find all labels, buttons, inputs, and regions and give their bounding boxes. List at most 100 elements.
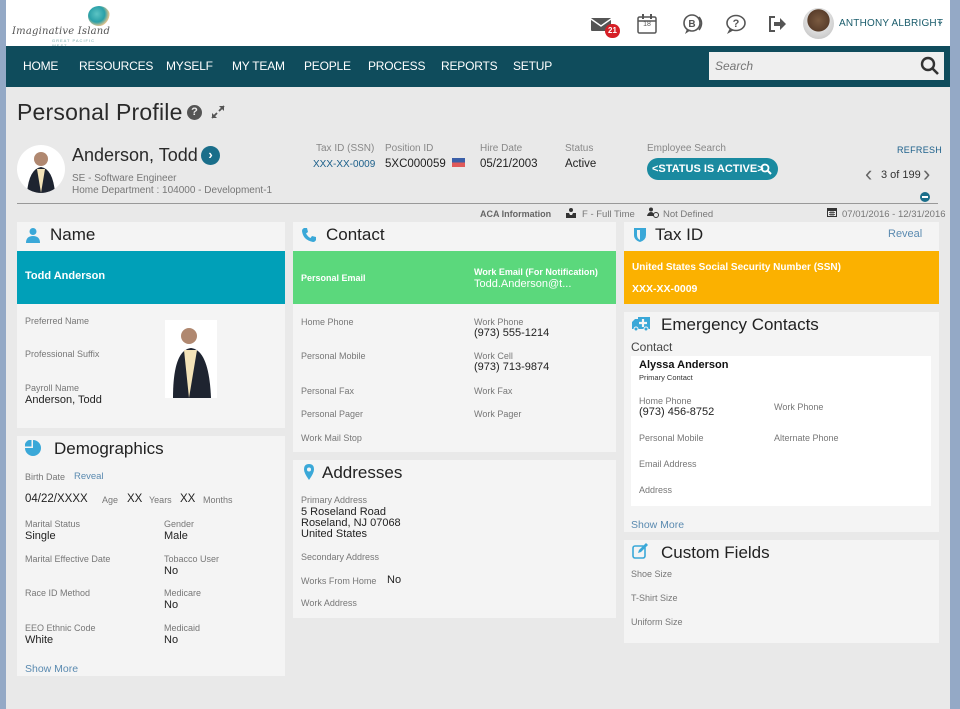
- chevron-right-icon[interactable]: ›: [923, 163, 930, 185]
- age-months: XX: [180, 493, 196, 505]
- record-counter: 3 of 199: [881, 169, 921, 181]
- chevron-down-icon[interactable]: ⌄: [936, 16, 944, 27]
- user-icon: [26, 228, 40, 243]
- calendar-icon: [827, 208, 837, 217]
- work-address-label: Work Address: [301, 598, 357, 608]
- search-icon[interactable]: [920, 56, 940, 76]
- alternate-phone-label: Alternate Phone: [774, 433, 839, 443]
- tshirt-size-label: T-Shirt Size: [631, 593, 678, 603]
- employee-search-filter[interactable]: <STATUS IS ACTIVE>: [647, 158, 778, 180]
- tax-id-label: Tax ID (SSN): [316, 143, 375, 154]
- card-title: Emergency Contacts: [661, 315, 819, 334]
- svg-text:?: ?: [733, 18, 740, 30]
- nav-process[interactable]: PROCESS: [368, 59, 425, 73]
- main-nav: HOME RESOURCES MYSELF MY TEAM PEOPLE PRO…: [6, 46, 950, 87]
- shield-icon: [634, 228, 646, 242]
- expand-icon[interactable]: [210, 104, 226, 120]
- ambulance-icon: [632, 317, 650, 332]
- gender-value: Male: [164, 530, 188, 542]
- aca-period: 07/01/2016 - 12/31/2016: [842, 209, 946, 220]
- work-fax-label: Work Fax: [474, 386, 513, 396]
- svg-text:B: B: [688, 19, 695, 30]
- nav-my-team[interactable]: MY TEAM: [232, 59, 285, 73]
- works-from-home-label: Works From Home: [301, 576, 377, 586]
- emergency-contacts-card: Emergency Contacts Contact Alyssa Anders…: [624, 312, 939, 532]
- divider: [17, 203, 938, 204]
- work-phone-label: Work Phone: [474, 317, 524, 327]
- nav-resources[interactable]: RESOURCES: [79, 59, 153, 73]
- works-from-home-value: No: [387, 574, 402, 586]
- nav-myself[interactable]: MYSELF: [166, 59, 213, 73]
- user-avatar[interactable]: [803, 8, 834, 39]
- mail-count-badge: 21: [605, 24, 620, 38]
- status-value: Active: [565, 158, 597, 170]
- search-box: [709, 52, 944, 80]
- personal-mobile-label: Personal Mobile: [639, 433, 704, 443]
- search-input[interactable]: [709, 52, 914, 80]
- chevron-left-icon[interactable]: ‹: [865, 163, 872, 185]
- tobacco-user-label: Tobacco User: [164, 554, 220, 564]
- race-id-method-label: Race ID Method: [25, 588, 91, 598]
- age-years: XX: [127, 493, 143, 505]
- personal-fax-label: Personal Fax: [301, 386, 355, 396]
- tax-id-value[interactable]: XXX-XX-0009: [313, 159, 375, 170]
- user-name[interactable]: ANTHONY ALBRIGHT: [839, 18, 943, 29]
- payroll-name-label: Payroll Name: [25, 383, 80, 393]
- collapse-icon[interactable]: [920, 192, 930, 202]
- custom-fields-card: Custom Fields Shoe Size T-Shirt Size Uni…: [624, 540, 939, 643]
- position-id-value: 5XC000059: [385, 158, 446, 170]
- filter-text: <STATUS IS ACTIVE>: [652, 163, 764, 175]
- us-flag-icon: [452, 158, 465, 167]
- help-chat-icon[interactable]: ?: [724, 13, 746, 35]
- employee-search-label: Employee Search: [647, 143, 726, 154]
- refresh-link[interactable]: REFRESH: [897, 145, 942, 155]
- contact-card: Contact Personal Email Work Email (For N…: [293, 222, 616, 452]
- nav-reports[interactable]: REPORTS: [441, 59, 498, 73]
- contact-name: Alyssa Anderson: [639, 359, 729, 371]
- help-icon[interactable]: ?: [187, 105, 202, 120]
- gender-label: Gender: [164, 519, 195, 529]
- calendar-day: 18: [643, 21, 651, 28]
- shoe-size-label: Shoe Size: [631, 569, 673, 579]
- professional-suffix-label: Professional Suffix: [25, 349, 100, 359]
- name-card: Name Todd Anderson Preferred Name Profes…: [17, 222, 285, 428]
- show-more-link[interactable]: Show More: [631, 519, 684, 531]
- work-email-label: Work Email (For Notification): [474, 267, 598, 277]
- b-chat-icon[interactable]: B: [682, 13, 704, 35]
- show-more-link[interactable]: Show More: [25, 663, 78, 675]
- page-title: Personal Profile: [17, 99, 183, 125]
- aca-employment: F - Full Time: [582, 209, 635, 220]
- home-phone-value: (973) 456-8752: [639, 406, 715, 418]
- tax-id-card: Tax ID Reveal United States Social Secur…: [624, 222, 939, 304]
- nav-home[interactable]: HOME: [23, 59, 58, 73]
- tax-id-band: United States Social Security Number (SS…: [624, 251, 939, 304]
- marital-effective-date-label: Marital Effective Date: [25, 554, 111, 564]
- years-label: Years: [149, 495, 172, 505]
- home-phone-label: Home Phone: [639, 396, 692, 406]
- reveal-tax-id-link[interactable]: Reveal: [888, 228, 922, 240]
- contact-section-label: Contact: [631, 340, 673, 354]
- personal-email-label: Personal Email: [301, 273, 366, 283]
- employee-name: Anderson, Todd: [72, 145, 198, 165]
- logout-icon[interactable]: [766, 13, 788, 35]
- company-logo[interactable]: Imaginative Island GREAT PACIFIC WEST: [12, 6, 112, 48]
- email-address-label: Email Address: [639, 459, 697, 469]
- search-icon[interactable]: [760, 163, 772, 175]
- tax-id-type: United States Social Security Number (SS…: [632, 262, 841, 273]
- work-phone-label: Work Phone: [774, 402, 824, 412]
- position-id-label: Position ID: [385, 143, 434, 154]
- reveal-birth-date-link[interactable]: Reveal: [74, 471, 104, 482]
- medicaid-label: Medicaid: [164, 623, 201, 633]
- work-email-value[interactable]: Todd.Anderson@t...: [474, 278, 571, 290]
- primary-address-line3: United States: [301, 528, 368, 540]
- months-label: Months: [203, 495, 233, 505]
- home-phone-label: Home Phone: [301, 317, 354, 327]
- card-title: Demographics: [54, 439, 164, 458]
- marital-status-value: Single: [25, 530, 56, 542]
- chevron-right-icon[interactable]: ›: [201, 146, 220, 165]
- nav-people[interactable]: PEOPLE: [304, 59, 351, 73]
- app-window: Imaginative Island GREAT PACIFIC WEST 21…: [6, 0, 950, 709]
- uniform-size-label: Uniform Size: [631, 617, 683, 627]
- status-label: Status: [565, 143, 594, 154]
- nav-setup[interactable]: SETUP: [513, 59, 552, 73]
